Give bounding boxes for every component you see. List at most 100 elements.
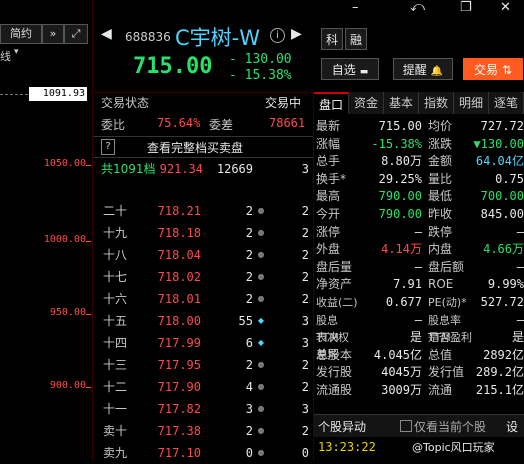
level-marker-icon: ◆ [257, 316, 265, 325]
quote-row: 最高 790.00 最低 700.00 [316, 188, 524, 205]
trade-label: 交易 [473, 63, 498, 77]
level-volume: 2 [245, 204, 253, 218]
field-value: 8.80万 [381, 154, 422, 169]
checkbox-icon[interactable] [400, 420, 412, 432]
field-value: 2892亿 [483, 347, 524, 362]
expand-panel-button[interactable]: » [42, 24, 64, 44]
quote-row: 涨幅 -15.38% 涨跌 ▼130.00 [316, 136, 524, 153]
y-tick-label: 900.00 [49, 380, 86, 391]
quote-row: 最新 715.00 均价 727.72 [316, 118, 524, 135]
field-value: 215.1亿 [475, 383, 524, 397]
current-stock-only-label[interactable]: 仅看当前个股 [414, 418, 486, 435]
level-volume: 6 [245, 336, 253, 350]
quote-tab[interactable]: 盘口 [314, 92, 349, 114]
quote-tab[interactable]: 基本 [384, 92, 419, 114]
info-icon[interactable]: i [270, 28, 285, 43]
level-count: 2 [301, 204, 309, 218]
level-price: 717.99 [157, 336, 201, 350]
full-book-row[interactable]: ? 查看完整档买卖盘 [93, 136, 313, 158]
field-value: ▼130.00 [473, 136, 524, 151]
level-volume: 2 [245, 270, 253, 284]
field-value: 3009万 [381, 383, 422, 397]
field-value: 527.72 [480, 295, 524, 309]
field-value: 845.00 [480, 207, 524, 221]
add-to-watchlist-button[interactable]: 自选 ▬ [321, 58, 379, 80]
level-label: 十七 [103, 270, 128, 284]
ask-level-row[interactable]: 十一 717.82 3 ● 3 [93, 398, 313, 420]
star-market-badge: 科 [321, 28, 343, 50]
level-price: 717.82 [157, 402, 201, 416]
total-count: 3 [301, 162, 309, 176]
field-value: 0.75 [495, 171, 524, 186]
level-count: 2 [301, 248, 309, 262]
field-label: 盘后量 [316, 259, 353, 274]
alert-header: 个股异动 仅看当前个股 设 [314, 414, 524, 437]
trade-button[interactable]: 交易 ⇅ [463, 58, 523, 80]
total-volume: 12669 [216, 162, 253, 176]
level-marker-icon: ● [257, 404, 265, 413]
quote-tab[interactable]: 逐笔 [489, 92, 524, 114]
margin-trading-badge: 融 [345, 28, 367, 50]
undo-icon[interactable]: ⤺ [410, 0, 425, 15]
help-icon[interactable]: ? [101, 139, 115, 155]
level-volume: 2 [245, 292, 253, 306]
field-value: 9.99% [487, 277, 524, 292]
quote-tab[interactable]: 明细 [454, 92, 489, 114]
field-label: 净资产 [316, 277, 353, 292]
ask-level-row[interactable]: 二十 718.21 2 ● 2 [93, 200, 313, 222]
prev-stock-icon[interactable]: ◀ [101, 26, 112, 42]
restore-icon[interactable]: ❐ [460, 0, 472, 15]
minimize-icon[interactable]: – [352, 0, 359, 15]
simple-mode-tab[interactable]: 简约 [0, 24, 42, 44]
field-value: 7.91 [393, 277, 422, 292]
level-count: 2 [301, 292, 309, 306]
quote-row: 表决权差异是是否盈利是 [316, 329, 524, 361]
level-price: 718.18 [157, 226, 201, 240]
ask-level-row[interactable]: 十三 717.95 2 ● 2 [93, 354, 313, 376]
ask-level-row[interactable]: 十六 718.01 2 ● 2 [93, 288, 313, 310]
ask-level-row[interactable]: 十八 718.04 2 ● 2 [93, 244, 313, 266]
field-value: — [414, 224, 422, 239]
quote-row: 外盘 4.14万 内盘 4.66万 [316, 241, 524, 258]
level-volume: 2 [245, 226, 253, 240]
field-value: 790.00 [378, 189, 422, 204]
last-price: 715.00 [133, 54, 213, 79]
level-count: 2 [301, 270, 309, 284]
level-label: 十四 [103, 336, 128, 350]
order-diff-label: 委差 [209, 118, 234, 132]
price-change: - 130.00 [229, 52, 292, 67]
price-alert-button[interactable]: 提醒 🔔 [393, 58, 453, 80]
level-label: 十八 [103, 248, 128, 262]
stock-header: ◀ 688836 C宇树-W i ▶ 科 融 715.00 - 130.00 -… [93, 20, 524, 92]
field-value: 4.66万 [483, 242, 524, 257]
ask-level-row[interactable]: 十二 717.90 4 ● 2 [93, 376, 313, 398]
level-volume: 55 [238, 314, 253, 328]
level-price: 717.90 [157, 380, 201, 394]
next-stock-icon[interactable]: ▶ [291, 26, 302, 42]
ask-level-row[interactable]: 十四 717.99 6 ◆ 3 [93, 332, 313, 354]
level-label: 十一 [103, 402, 128, 416]
level-label: 十三 [103, 358, 128, 372]
quote-tab[interactable]: 资金 [349, 92, 384, 114]
ask-level-row[interactable]: 十七 718.02 2 ● 2 [93, 266, 313, 288]
field-value: — [414, 259, 422, 274]
y-tick-label: 950.00 [49, 307, 86, 318]
full-book-link[interactable]: 查看完整档买卖盘 [147, 139, 243, 156]
alert-title[interactable]: 个股异动 [318, 418, 366, 435]
ask-level-row[interactable]: 卖十 717.38 2 ● 2 [93, 420, 313, 442]
fullscreen-button[interactable]: ⤢ [64, 24, 88, 44]
y-tick [86, 165, 91, 166]
field-label: 总股本 [316, 347, 353, 362]
alert-settings-button[interactable]: 设 [506, 418, 518, 435]
ask-level-row[interactable]: 十九 718.18 2 ● 2 [93, 222, 313, 244]
dropdown-icon[interactable]: ▾ [14, 47, 19, 57]
quote-tab[interactable]: 指数 [419, 92, 454, 114]
field-label: 流通股 [316, 383, 353, 397]
level-count: 2 [301, 380, 309, 394]
stock-code: 688836 [125, 30, 171, 44]
stock-name: C宇树-W [175, 26, 261, 50]
close-icon[interactable]: ✕ [500, 0, 511, 15]
ask-level-row[interactable]: 十五 718.00 55 ◆ 3 [93, 310, 313, 332]
dashed-guide [0, 94, 28, 95]
field-value: 是 [511, 330, 524, 345]
